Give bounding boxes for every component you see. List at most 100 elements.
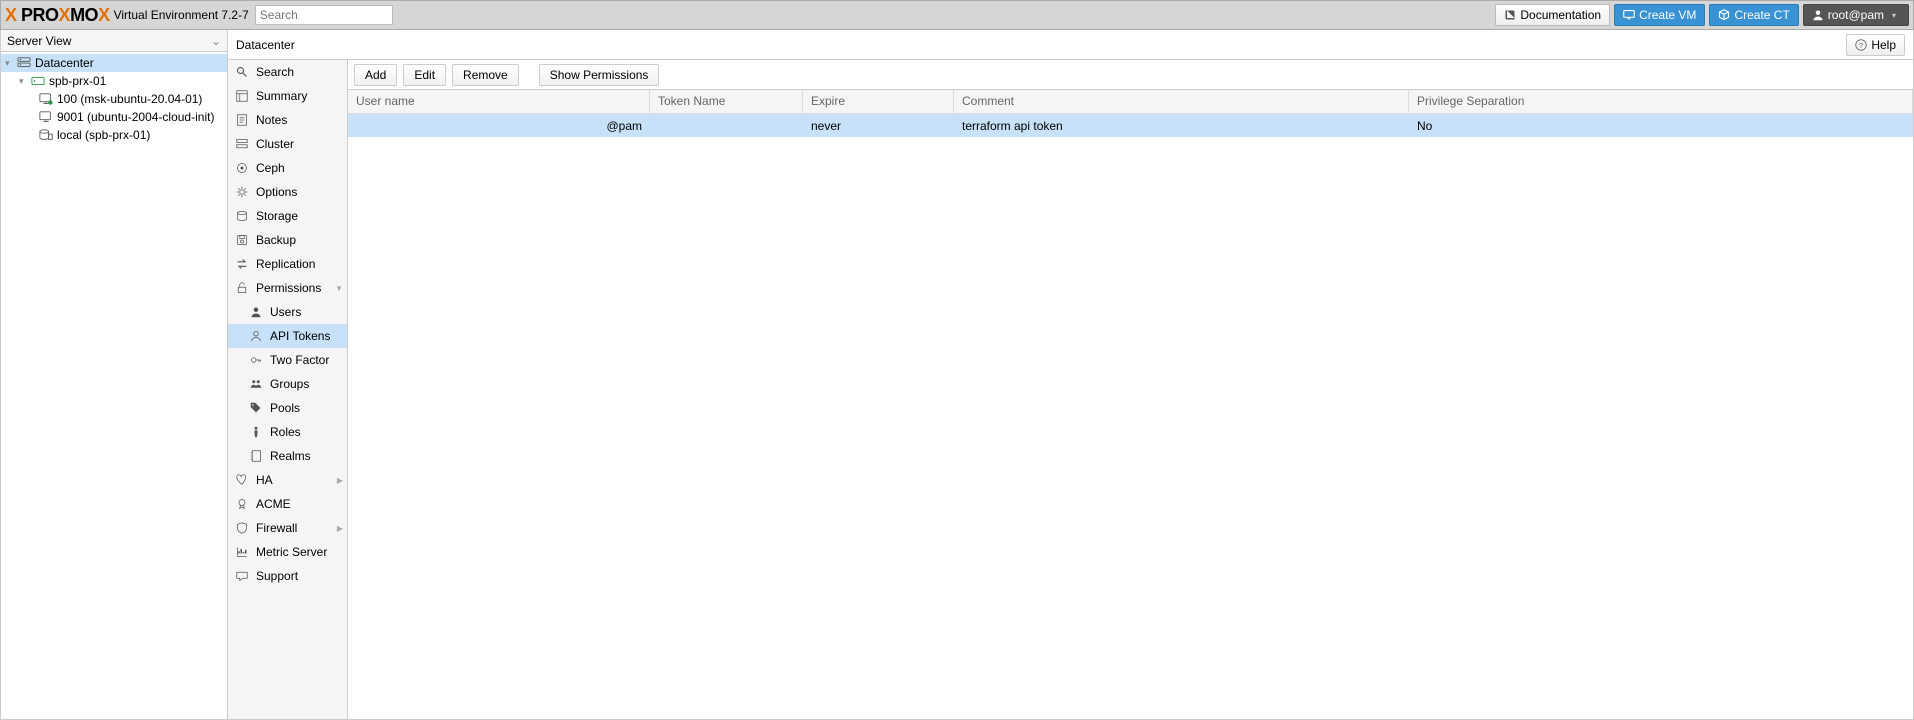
help-button[interactable]: ? Help (1846, 34, 1905, 56)
tree-item-datacenter[interactable]: ▾ Datacenter (1, 54, 227, 72)
sidebar-item-ceph[interactable]: Ceph (228, 156, 347, 180)
storage-icon (39, 128, 55, 142)
sidebar-item-realms[interactable]: Realms (228, 444, 347, 468)
documentation-button[interactable]: Documentation (1495, 4, 1610, 26)
sidebar-item-label: Notes (256, 113, 287, 127)
sidebar-item-groups[interactable]: Groups (228, 372, 347, 396)
sidebar-item-pools[interactable]: Pools (228, 396, 347, 420)
chevron-down-icon: ▾ (1888, 9, 1900, 21)
remove-button[interactable]: Remove (452, 64, 519, 86)
address-book-icon (250, 450, 264, 462)
column-header-token[interactable]: Token Name (650, 90, 803, 113)
user-menu-label: root@pam (1828, 8, 1884, 22)
sidebar-item-support[interactable]: Support (228, 564, 347, 588)
table-row[interactable]: @pam never terraform api token No (348, 114, 1913, 137)
tree-item-label: spb-prx-01 (49, 74, 106, 88)
tree-item-label: Datacenter (35, 56, 94, 70)
sidebar-item-roles[interactable]: Roles (228, 420, 347, 444)
vm-icon (39, 110, 55, 124)
proxmox-logo: X PROXMOX (5, 5, 110, 26)
sidebar-item-users[interactable]: Users (228, 300, 347, 324)
help-label: Help (1871, 38, 1896, 52)
sidebar-item-options[interactable]: Options (228, 180, 347, 204)
users-icon (250, 378, 264, 390)
svg-text:?: ? (1859, 41, 1863, 50)
config-sidebar: Search Summary Notes Cluster Ceph Option… (228, 60, 348, 719)
edit-button[interactable]: Edit (403, 64, 446, 86)
api-tokens-grid: User name Token Name Expire Comment Priv… (348, 90, 1913, 719)
sidebar-item-two-factor[interactable]: Two Factor (228, 348, 347, 372)
content-panel: Datacenter ? Help Search Summary Notes C… (228, 30, 1914, 720)
summary-icon (236, 90, 250, 102)
sidebar-item-label: Metric Server (256, 545, 327, 559)
ve-version-label: Virtual Environment 7.2-7 (114, 8, 249, 22)
sidebar-item-label: Replication (256, 257, 315, 271)
cube-icon (1718, 9, 1730, 21)
support-icon (236, 570, 250, 582)
tree-item-label: 100 (msk-ubuntu-20.04-01) (57, 92, 202, 106)
sidebar-item-label: Summary (256, 89, 307, 103)
sidebar-item-backup[interactable]: Backup (228, 228, 347, 252)
tree-body: ▾ Datacenter ▾ spb-prx-01 100 (msk-ubunt… (1, 52, 227, 719)
chevron-right-icon: ▶ (337, 524, 343, 533)
expander-icon[interactable]: ▾ (5, 58, 17, 69)
tree-item-vm-9001[interactable]: 9001 (ubuntu-2004-cloud-init) (1, 108, 227, 126)
user-menu-button[interactable]: root@pam ▾ (1803, 4, 1909, 26)
user-icon (250, 306, 264, 318)
create-vm-button[interactable]: Create VM (1614, 4, 1705, 26)
sidebar-item-ha[interactable]: HA▶ (228, 468, 347, 492)
sidebar-item-label: Support (256, 569, 298, 583)
user-outline-icon (250, 330, 264, 342)
sidebar-item-metric-server[interactable]: Metric Server (228, 540, 347, 564)
create-ct-button[interactable]: Create CT (1709, 4, 1798, 26)
sidebar-item-acme[interactable]: ACME (228, 492, 347, 516)
column-header-expire[interactable]: Expire (803, 90, 954, 113)
storage-icon (236, 210, 250, 222)
notes-icon (236, 114, 250, 126)
sidebar-item-label: Ceph (256, 161, 285, 175)
sidebar-item-cluster[interactable]: Cluster (228, 132, 347, 156)
resource-tree-panel: Server View ⌄ ▾ Datacenter ▾ spb-prx-01 (0, 30, 228, 720)
cell-user: @pam (348, 119, 650, 133)
create-ct-label: Create CT (1734, 8, 1789, 22)
add-button[interactable]: Add (354, 64, 397, 86)
sidebar-item-label: API Tokens (270, 329, 330, 343)
sidebar-item-label: Firewall (256, 521, 297, 535)
content-body: Search Summary Notes Cluster Ceph Option… (228, 60, 1913, 719)
sidebar-item-label: Options (256, 185, 297, 199)
sidebar-item-label: Users (270, 305, 301, 319)
sidebar-item-summary[interactable]: Summary (228, 84, 347, 108)
tree-item-label: 9001 (ubuntu-2004-cloud-init) (57, 110, 214, 124)
sidebar-item-storage[interactable]: Storage (228, 204, 347, 228)
tree-view-label: Server View (7, 34, 71, 48)
tree-item-node[interactable]: ▾ spb-prx-01 (1, 72, 227, 90)
tree-item-storage-local[interactable]: local (spb-prx-01) (1, 126, 227, 144)
sidebar-item-replication[interactable]: Replication (228, 252, 347, 276)
sidebar-item-search[interactable]: Search (228, 60, 347, 84)
cell-expire: never (803, 119, 954, 133)
sidebar-item-permissions[interactable]: Permissions▼ (228, 276, 347, 300)
tags-icon (250, 402, 264, 414)
chevron-down-icon: ▼ (335, 284, 343, 293)
certificate-icon (236, 498, 250, 510)
sidebar-item-firewall[interactable]: Firewall ▶ (228, 516, 347, 540)
show-permissions-button[interactable]: Show Permissions (539, 64, 660, 86)
replication-icon (236, 258, 250, 270)
grid-header: User name Token Name Expire Comment Priv… (348, 90, 1913, 114)
column-header-comment[interactable]: Comment (954, 90, 1409, 113)
node-icon (31, 74, 47, 88)
main-area: Server View ⌄ ▾ Datacenter ▾ spb-prx-01 (0, 30, 1914, 720)
cell-comment: terraform api token (954, 119, 1409, 133)
sidebar-item-label: ACME (256, 497, 291, 511)
sidebar-item-notes[interactable]: Notes (228, 108, 347, 132)
tree-view-selector[interactable]: Server View ⌄ (1, 30, 227, 52)
tree-item-vm-100[interactable]: 100 (msk-ubuntu-20.04-01) (1, 90, 227, 108)
search-icon (236, 66, 250, 78)
sidebar-item-label: Storage (256, 209, 298, 223)
sidebar-item-api-tokens[interactable]: API Tokens (228, 324, 347, 348)
sidebar-item-label: Roles (270, 425, 301, 439)
expander-icon[interactable]: ▾ (19, 76, 31, 87)
column-header-user[interactable]: User name (348, 90, 650, 113)
global-search-input[interactable] (255, 5, 393, 25)
column-header-priv[interactable]: Privilege Separation (1409, 90, 1913, 113)
